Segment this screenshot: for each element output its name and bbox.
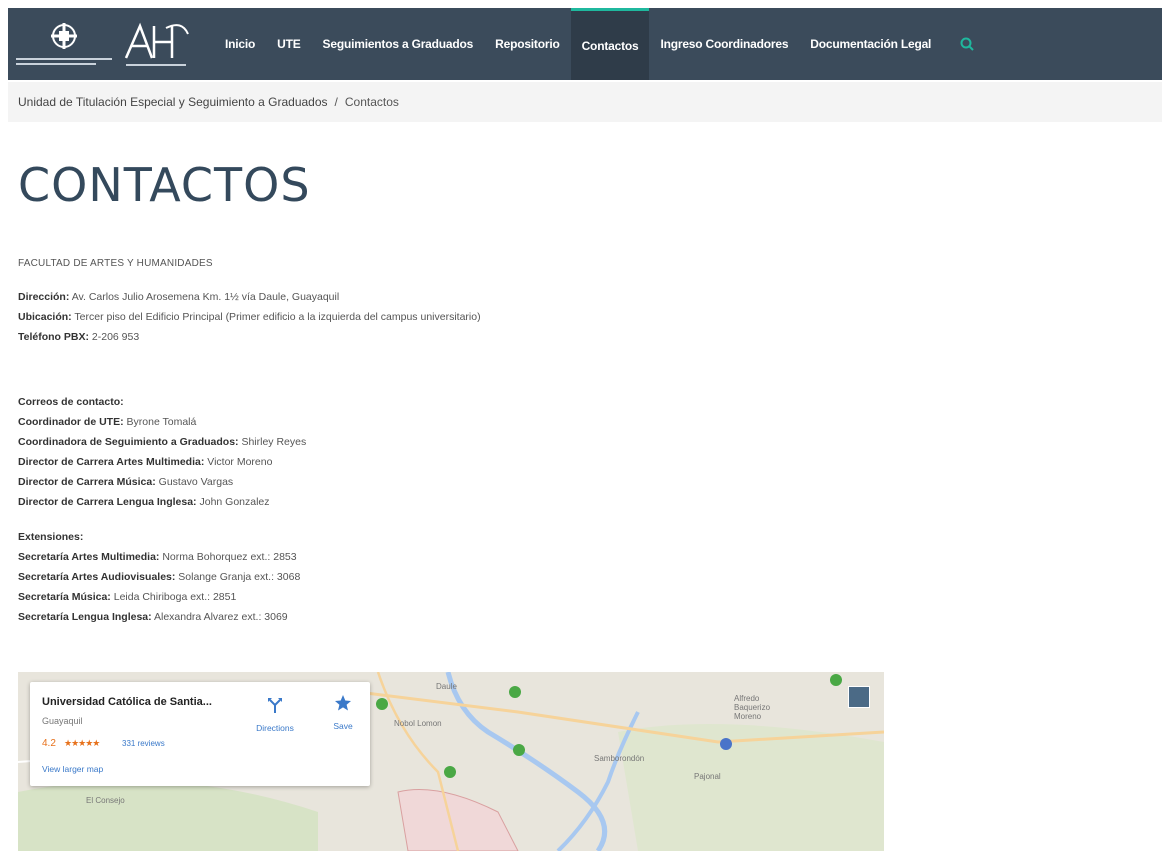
location-line: Ubicación: Tercer piso del Edificio Prin… [18,307,481,327]
nav-seguimientos[interactable]: Seguimientos a Graduados [312,8,485,80]
extension-value: Solange Granja ext.: 3068 [175,571,301,583]
map-place-city: Guayaquil [42,716,83,726]
map-rating: 4.2 [42,738,56,749]
embedded-map[interactable]: Daule Nobol Lomon Alfredo Baquerizo More… [18,672,884,851]
extension-label: Secretaría Artes Audiovisuales: [18,571,176,583]
extension-row: Secretaría Artes Audiovisuales: Solange … [18,567,300,587]
contact-value: John Gonzalez [196,496,270,508]
directions-label: Directions [256,723,294,733]
search-button[interactable] [942,8,974,80]
map-reviews-link[interactable]: 331 reviews [122,739,165,748]
extension-label: Secretaría Artes Multimedia: [18,551,160,563]
location-value: Tercer piso del Edificio Principal (Prim… [71,311,481,323]
contact-value: Victor Moreno [204,456,273,468]
map-place-card: Universidad Católica de Santia... Guayaq… [30,682,370,786]
directions-icon [268,698,282,713]
fullscreen-icon[interactable] [848,686,870,708]
star-rating-icon: ★★★★★ [64,738,100,748]
nav-repositorio[interactable]: Repositorio [484,8,570,80]
nav-ute[interactable]: UTE [266,8,311,80]
contact-row: Director de Carrera Lengua Inglesa: John… [18,492,306,512]
contact-label: Director de Carrera Lengua Inglesa: [18,496,197,508]
breadcrumb-parent-link[interactable]: Unidad de Titulación Especial y Seguimie… [18,95,328,109]
phone-value: 2-206 953 [88,331,140,343]
nav-documentacion-legal[interactable]: Documentación Legal [799,8,942,80]
view-larger-map-link[interactable]: View larger map [42,764,103,774]
extensions-block: Extensiones: Secretaría Artes Multimedia… [18,527,300,627]
contact-label: Coordinador de UTE: [18,416,124,428]
extension-value: Alexandra Alvarez ext.: 3069 [151,611,288,623]
extension-value: Norma Bohorquez ext.: 2853 [159,551,297,563]
breadcrumb: Unidad de Titulación Especial y Seguimie… [8,82,1162,122]
extension-label: Secretaría Música: [18,591,111,603]
contact-label: Director de Carrera Música: [18,476,156,488]
extension-label: Secretaría Lengua Inglesa: [18,611,152,623]
contact-value: Shirley Reyes [238,436,307,448]
contact-label: Coordinadora de Seguimiento a Graduados: [18,436,239,448]
contact-value: Byrone Tomalá [123,416,197,428]
address-value: Av. Carlos Julio Arosemena Km. 1½ vía Da… [69,291,340,303]
save-button[interactable]: Save [328,694,358,731]
breadcrumb-current: Contactos [344,95,399,109]
nav-ingreso-coordinadores[interactable]: Ingreso Coordinadores [649,8,799,80]
address-block: Dirección: Av. Carlos Julio Arosemena Km… [18,287,481,347]
map-label: Nobol Lomon [394,719,442,728]
extensions-heading: Extensiones: [18,531,84,543]
address-line: Dirección: Av. Carlos Julio Arosemena Km… [18,287,481,307]
contact-row: Coordinador de UTE: Byrone Tomalá [18,412,306,432]
map-label: Samborondón [594,754,645,763]
phone-line: Teléfono PBX: 2-206 953 [18,327,481,347]
map-label: Alfredo Baquerizo Moreno [734,694,771,721]
address-label: Dirección: [18,291,70,303]
nav-inicio[interactable]: Inicio [214,8,266,80]
contacts-block: Correos de contacto: Coordinador de UTE:… [18,392,306,512]
faculty-name: FACULTAD DE ARTES Y HUMANIDADES [18,258,213,269]
nav-contactos[interactable]: Contactos [570,8,650,80]
extension-row: Secretaría Artes Multimedia: Norma Bohor… [18,547,300,567]
top-navbar: Inicio UTE Seguimientos a Graduados Repo… [8,8,1162,80]
map-label: Pajonal [694,772,721,781]
location-label: Ubicación: [18,311,72,323]
breadcrumb-separator: / [334,95,338,109]
contacts-heading: Correos de contacto: [18,396,124,408]
search-icon [960,37,974,51]
extension-value: Leida Chiriboga ext.: 2851 [110,591,237,603]
phone-label: Teléfono PBX: [18,331,89,343]
logo-area[interactable] [8,8,214,80]
map-label: Daule [436,682,457,691]
extension-row: Secretaría Lengua Inglesa: Alexandra Alv… [18,607,300,627]
extension-row: Secretaría Música: Leida Chiriboga ext.:… [18,587,300,607]
star-icon [335,695,351,711]
save-label: Save [333,721,353,731]
page-title: CONTACTOS [18,158,311,212]
university-logo[interactable] [12,14,122,74]
contact-row: Coordinadora de Seguimiento a Graduados:… [18,432,306,452]
map-label: El Consejo [86,796,125,805]
contact-row: Director de Carrera Artes Multimedia: Vi… [18,452,306,472]
contact-value: Gustavo Vargas [155,476,234,488]
faculty-logo[interactable] [122,14,202,74]
contact-row: Director de Carrera Música: Gustavo Varg… [18,472,306,492]
map-place-name[interactable]: Universidad Católica de Santia... [42,696,212,708]
directions-button[interactable]: Directions [248,696,302,733]
contact-label: Director de Carrera Artes Multimedia: [18,456,205,468]
nav-menu: Inicio UTE Seguimientos a Graduados Repo… [214,8,974,80]
